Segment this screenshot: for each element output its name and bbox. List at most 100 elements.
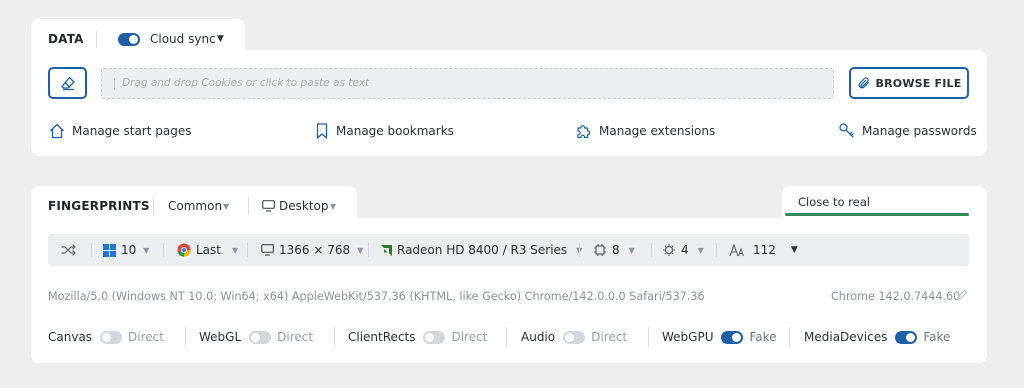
chevron-down-icon: ▼ bbox=[357, 245, 364, 255]
user-agent-text[interactable]: Mozilla/5.0 (Windows NT 10.0; Win64; x64… bbox=[48, 290, 705, 303]
edit-icon[interactable] bbox=[956, 289, 968, 301]
divider bbox=[579, 243, 580, 257]
memory-chip-icon bbox=[662, 243, 676, 257]
browse-file-label: BROWSE FILE bbox=[875, 76, 962, 90]
canvas-toggle[interactable] bbox=[100, 330, 123, 344]
divider bbox=[96, 30, 97, 48]
gpu-dropdown[interactable]: Radeon HD 8400 / R3 Series ▼ bbox=[381, 234, 582, 266]
mediadevices-label: MediaDevices bbox=[804, 330, 888, 344]
memory-dropdown[interactable]: 4 ▼ bbox=[662, 234, 704, 266]
manage-extensions-label: Manage extensions bbox=[599, 124, 716, 138]
close-to-real-progress-track bbox=[785, 213, 969, 216]
os-version-value: 10 bbox=[121, 243, 137, 257]
chrome-icon bbox=[177, 243, 191, 257]
eraser-icon bbox=[60, 75, 76, 91]
cloud-sync-toggle[interactable] bbox=[118, 33, 140, 46]
manage-passwords-label: Manage passwords bbox=[862, 124, 977, 138]
dropzone-placeholder: Drag and drop Cookies or click to paste … bbox=[122, 77, 370, 89]
mediadevices-setting: MediaDevices Fake bbox=[804, 329, 950, 345]
chevron-down-icon[interactable]: ▼ bbox=[223, 202, 229, 211]
chevron-down-icon[interactable]: ▼ bbox=[217, 34, 224, 44]
divider bbox=[163, 243, 164, 257]
chevron-down-icon: ▼ bbox=[232, 245, 239, 255]
clear-cookies-button[interactable] bbox=[48, 67, 87, 99]
amd-icon bbox=[381, 244, 392, 256]
cloud-sync-label[interactable]: Cloud sync bbox=[150, 32, 216, 46]
webgpu-mode: Fake bbox=[749, 330, 777, 344]
webgpu-toggle[interactable] bbox=[721, 330, 744, 344]
fingerprints-title: FINGERPRINTS bbox=[48, 199, 150, 213]
font-icon bbox=[729, 243, 745, 257]
divider bbox=[368, 243, 369, 257]
divider bbox=[91, 243, 92, 257]
resolution-value: 1366 × 768 bbox=[279, 243, 351, 257]
manage-start-pages-label: Manage start pages bbox=[72, 124, 192, 138]
cookies-dropzone[interactable]: Drag and drop Cookies or click to paste … bbox=[101, 68, 834, 99]
webgpu-setting: WebGPU Fake bbox=[662, 329, 777, 345]
gpu-value: Radeon HD 8400 / R3 Series bbox=[397, 243, 568, 257]
browse-file-button[interactable]: BROWSE FILE bbox=[849, 67, 969, 99]
audio-toggle[interactable] bbox=[563, 330, 586, 344]
chevron-down-icon: ▼ bbox=[628, 245, 635, 255]
shuffle-button[interactable] bbox=[61, 234, 77, 266]
divider bbox=[651, 243, 652, 257]
home-icon bbox=[48, 122, 66, 140]
cpu-icon bbox=[593, 243, 607, 257]
memory-value: 4 bbox=[681, 243, 689, 257]
key-icon bbox=[838, 122, 856, 140]
browser-version-dropdown[interactable]: Last ▼ bbox=[177, 234, 238, 266]
common-dropdown-label[interactable]: Common bbox=[168, 199, 222, 213]
text-cursor bbox=[114, 78, 115, 90]
monitor-icon bbox=[262, 200, 275, 212]
audio-mode: Direct bbox=[591, 330, 628, 344]
manage-start-pages-link[interactable]: Manage start pages bbox=[48, 122, 191, 140]
divider bbox=[153, 197, 154, 215]
mediadevices-mode: Fake bbox=[923, 330, 951, 344]
chevron-down-icon[interactable]: ▼ bbox=[330, 202, 336, 211]
canvas-setting: Canvas Direct bbox=[48, 329, 164, 345]
device-dropdown-label[interactable]: Desktop bbox=[279, 199, 329, 213]
chevron-down-icon: ▼ bbox=[790, 245, 798, 255]
clientrects-label: ClientRects bbox=[348, 330, 416, 344]
os-version-dropdown[interactable]: 10 ▼ bbox=[103, 234, 149, 266]
divider bbox=[185, 327, 186, 347]
audio-setting: Audio Direct bbox=[521, 329, 627, 345]
puzzle-icon bbox=[575, 122, 593, 140]
resolution-dropdown[interactable]: 1366 × 768 ▼ bbox=[261, 234, 363, 266]
data-card bbox=[31, 50, 987, 156]
paperclip-icon bbox=[857, 76, 871, 90]
clientrects-mode: Direct bbox=[451, 330, 488, 344]
webgl-toggle[interactable] bbox=[249, 330, 272, 344]
cpu-cores-value: 8 bbox=[612, 243, 620, 257]
shuffle-icon bbox=[61, 244, 77, 256]
audio-label: Audio bbox=[521, 330, 556, 344]
divider bbox=[789, 327, 790, 347]
manage-bookmarks-link[interactable]: Manage bookmarks bbox=[314, 122, 454, 140]
webgl-mode: Direct bbox=[277, 330, 314, 344]
manage-extensions-link[interactable]: Manage extensions bbox=[575, 122, 715, 140]
fonts-dropdown[interactable]: 112 ▼ bbox=[729, 234, 798, 266]
chrome-version-text[interactable]: Chrome 142.0.7444.60 bbox=[831, 290, 960, 303]
divider bbox=[248, 197, 249, 215]
cpu-cores-dropdown[interactable]: 8 ▼ bbox=[593, 234, 635, 266]
divider bbox=[716, 243, 717, 257]
windows-icon bbox=[103, 243, 116, 257]
webgl-setting: WebGL Direct bbox=[199, 329, 313, 345]
bookmark-icon bbox=[314, 122, 330, 140]
close-to-real-label[interactable]: Close to real bbox=[798, 195, 870, 209]
canvas-label: Canvas bbox=[48, 330, 93, 344]
close-to-real-progress-fill bbox=[785, 213, 969, 216]
monitor-icon bbox=[261, 244, 274, 256]
fonts-count-value: 112 bbox=[753, 243, 776, 257]
chevron-down-icon: ▼ bbox=[697, 245, 704, 255]
manage-passwords-link[interactable]: Manage passwords bbox=[838, 122, 977, 140]
data-section-title: DATA bbox=[48, 32, 84, 46]
webgpu-label: WebGPU bbox=[662, 330, 714, 344]
canvas-mode: Direct bbox=[128, 330, 164, 344]
browser-version-value: Last bbox=[196, 243, 221, 257]
clientrects-toggle[interactable] bbox=[423, 330, 446, 344]
manage-bookmarks-label: Manage bookmarks bbox=[336, 124, 454, 138]
divider bbox=[506, 327, 507, 347]
mediadevices-toggle[interactable] bbox=[895, 330, 918, 344]
divider bbox=[648, 327, 649, 347]
